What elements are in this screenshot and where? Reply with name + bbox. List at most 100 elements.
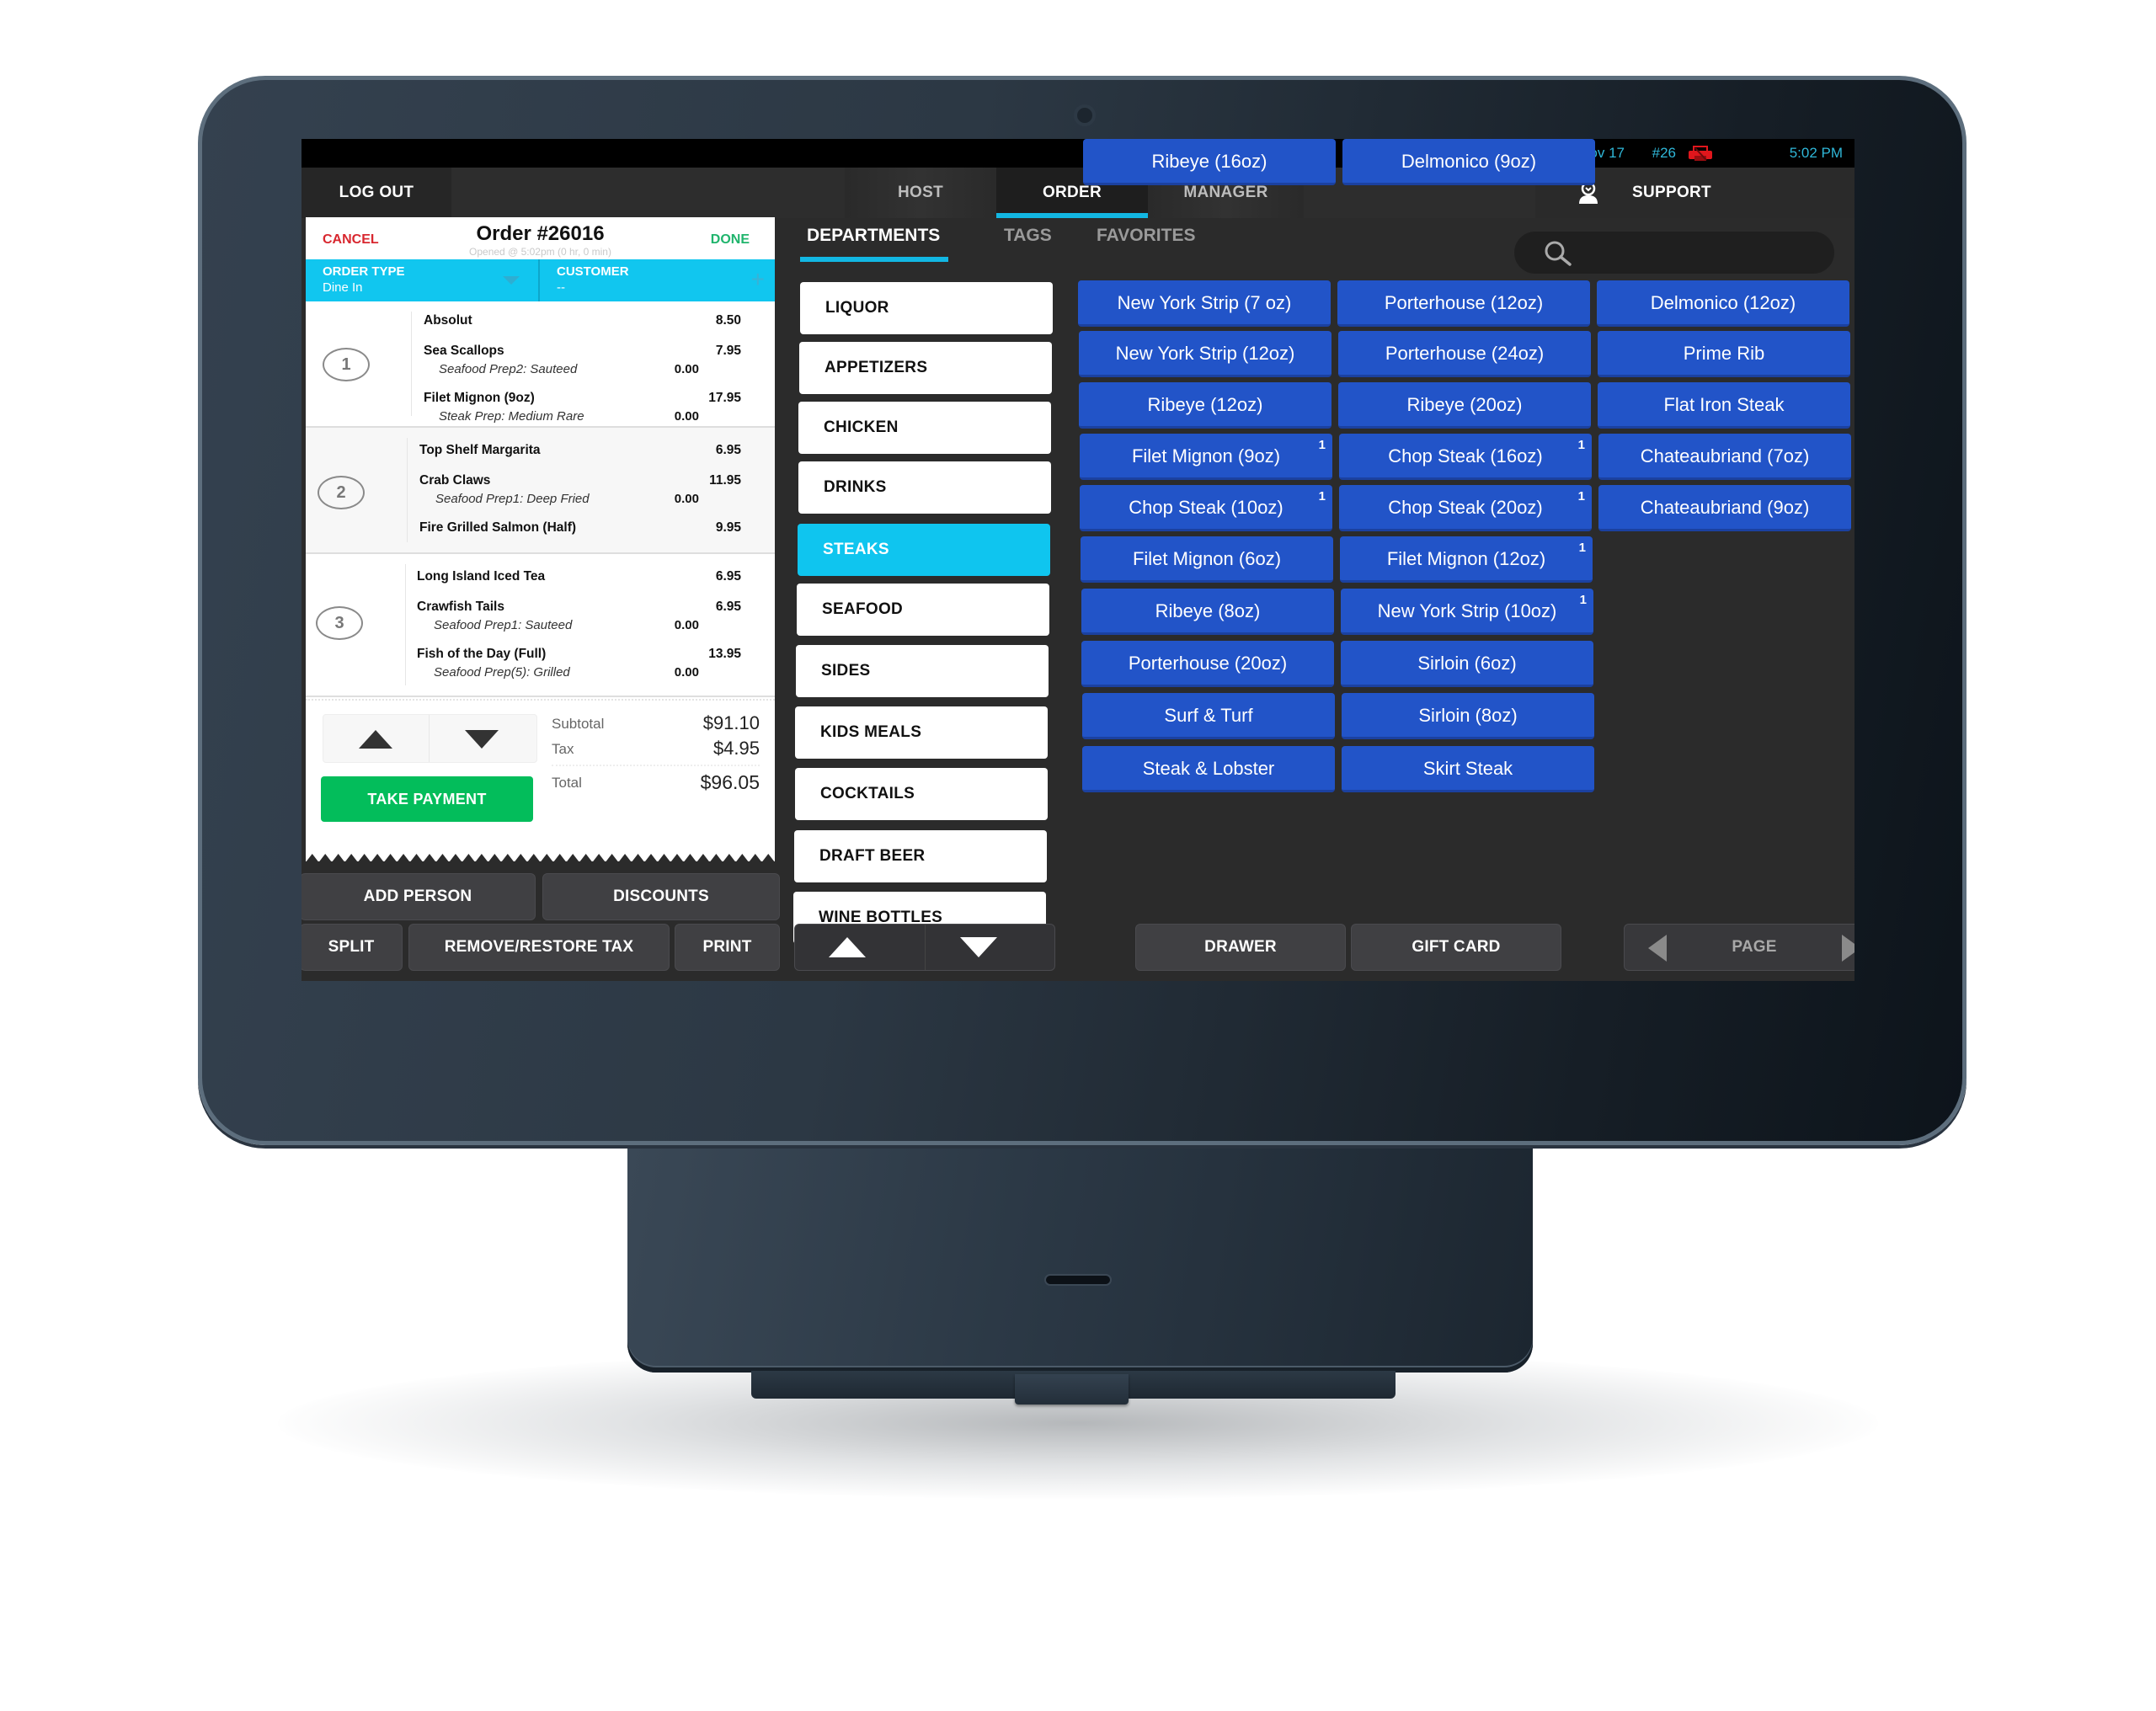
discounts-button[interactable]: DISCOUNTS bbox=[542, 873, 780, 920]
department-kids-meals[interactable]: KIDS MEALS bbox=[795, 706, 1048, 759]
printer-error-icon[interactable] bbox=[1688, 146, 1713, 162]
gift-card-button[interactable]: GIFT CARD bbox=[1351, 924, 1561, 971]
menu-item-button[interactable]: Sirloin (8oz) bbox=[1342, 693, 1594, 739]
menu-item-button[interactable]: Filet Mignon (9oz) 1 bbox=[1080, 434, 1332, 480]
menu-item-button[interactable]: New York Strip (7 oz) bbox=[1078, 280, 1331, 327]
department-appetizers[interactable]: APPETIZERS bbox=[799, 342, 1052, 394]
department-cocktails[interactable]: COCKTAILS bbox=[795, 768, 1048, 820]
order-type-select[interactable]: ORDER TYPE Dine In bbox=[306, 259, 540, 301]
menu-item-label: Ribeye (12oz) bbox=[1147, 393, 1263, 415]
department-seafood[interactable]: SEAFOOD bbox=[797, 584, 1049, 636]
menu-item-button[interactable]: Ribeye (20oz) bbox=[1338, 382, 1591, 429]
menu-item-button[interactable]: New York Strip (12oz) bbox=[1079, 331, 1331, 377]
order-line-item[interactable]: Fire Grilled Salmon (Half) 9.95 bbox=[419, 520, 741, 536]
total-label: Total bbox=[552, 775, 582, 791]
logout-button[interactable]: LOG OUT bbox=[302, 168, 451, 218]
menu-item-button[interactable]: Filet Mignon (6oz) bbox=[1081, 536, 1333, 583]
menu-item-button[interactable]: Ribeye (16oz) bbox=[1083, 139, 1336, 185]
department-drinks[interactable]: DRINKS bbox=[798, 461, 1051, 514]
order-line-item[interactable]: Fish of the Day (Full) 13.95 bbox=[417, 647, 741, 662]
menu-item-button[interactable]: Chop Steak (16oz) 1 bbox=[1339, 434, 1592, 480]
take-payment-button[interactable]: TAKE PAYMENT bbox=[321, 776, 533, 822]
department-sides[interactable]: SIDES bbox=[796, 645, 1049, 697]
done-button[interactable]: DONE bbox=[711, 232, 750, 248]
remove-restore-tax-button[interactable]: REMOVE/RESTORE TAX bbox=[408, 924, 670, 971]
menu-item-button[interactable]: Chateaubriand (7oz) bbox=[1598, 434, 1851, 480]
menu-item-label: Prime Rib bbox=[1683, 342, 1765, 364]
item-name: Top Shelf Margarita bbox=[419, 443, 541, 457]
menu-item-label: Chateaubriand (7oz) bbox=[1640, 445, 1810, 466]
department-draft-beer[interactable]: DRAFT BEER bbox=[794, 830, 1047, 882]
order-line-item[interactable]: Top Shelf Margarita 6.95 bbox=[419, 443, 741, 458]
item-name: Crawfish Tails bbox=[417, 600, 504, 614]
menu-item-button[interactable]: Delmonico (12oz) bbox=[1597, 280, 1849, 327]
divider bbox=[925, 925, 926, 970]
menu-item-button[interactable]: Chop Steak (20oz) 1 bbox=[1339, 485, 1592, 531]
drawer-button[interactable]: DRAWER bbox=[1135, 924, 1346, 971]
previous-page-icon[interactable] bbox=[1648, 935, 1667, 962]
seat-number[interactable]: 2 bbox=[318, 476, 365, 509]
item-name: Long Island Iced Tea bbox=[417, 569, 546, 584]
department-steaks[interactable]: STEAKS bbox=[798, 524, 1050, 576]
order-line-item[interactable]: Crawfish Tails 6.95 bbox=[417, 600, 741, 615]
menu-item-button[interactable]: Ribeye (12oz) bbox=[1079, 382, 1331, 429]
seat-number[interactable]: 1 bbox=[323, 348, 370, 381]
modifier-name: Seafood Prep1: Deep Fried bbox=[435, 492, 590, 506]
split-button[interactable]: SPLIT bbox=[302, 924, 403, 971]
menu-item-button[interactable]: Porterhouse (20oz) bbox=[1081, 641, 1334, 687]
total-value: $96.05 bbox=[700, 771, 760, 793]
item-name: Crab Claws bbox=[419, 473, 491, 488]
tax-row: Tax $4.95 bbox=[552, 738, 760, 759]
menu-item-button[interactable]: Surf & Turf bbox=[1082, 693, 1335, 739]
tab-departments[interactable]: DEPARTMENTS bbox=[799, 226, 949, 262]
menu-item-button[interactable]: Skirt Steak bbox=[1342, 746, 1594, 792]
customer-value: -- bbox=[557, 280, 565, 295]
seat-group[interactable]: 1 Absolut 8.50 Sea Scallops 7.95 Seafood P… bbox=[306, 301, 775, 428]
menu-item-button[interactable]: Delmonico (9oz) bbox=[1342, 139, 1595, 185]
menu-item-label: Delmonico (12oz) bbox=[1650, 291, 1796, 313]
order-line-item[interactable]: Filet Mignon (9oz) 17.95 bbox=[424, 391, 741, 406]
department-liquor[interactable]: LIQUOR bbox=[800, 282, 1053, 334]
pos-screen: Business Day: Thu Nov 17 #26 5:02 PM LOG… bbox=[302, 139, 1854, 981]
modifier-price: 0.00 bbox=[674, 492, 699, 506]
customer-select[interactable]: CUSTOMER -- + bbox=[540, 259, 775, 301]
scroll-down-arrow-icon[interactable] bbox=[465, 730, 499, 749]
tab-host[interactable]: HOST bbox=[845, 168, 996, 218]
menu-item-label: Chateaubriand (9oz) bbox=[1640, 496, 1810, 518]
order-line-item[interactable]: Absolut 8.50 bbox=[424, 313, 741, 328]
add-customer-icon[interactable]: + bbox=[751, 268, 765, 291]
department-chicken[interactable]: CHICKEN bbox=[798, 402, 1051, 454]
order-line-item[interactable]: Long Island Iced Tea 6.95 bbox=[417, 569, 741, 584]
menu-item-button[interactable]: Porterhouse (12oz) bbox=[1337, 280, 1590, 327]
menu-item-button[interactable]: Ribeye (8oz) bbox=[1081, 589, 1334, 635]
menu-item-button[interactable]: Porterhouse (24oz) bbox=[1338, 331, 1591, 377]
print-button[interactable]: PRINT bbox=[675, 924, 780, 971]
menu-item-button[interactable]: Filet Mignon (12oz) 1 bbox=[1340, 536, 1593, 583]
menu-item-button[interactable]: Prime Rib bbox=[1598, 331, 1850, 377]
department-scroll-up-icon[interactable] bbox=[829, 937, 866, 957]
totals-divider bbox=[552, 765, 760, 766]
department-scroll-down-icon[interactable] bbox=[960, 937, 997, 957]
menu-item-label: Skirt Steak bbox=[1422, 757, 1513, 779]
seat-group[interactable]: 2 Top Shelf Margarita 6.95 Crab Claws 11.9… bbox=[306, 428, 775, 554]
menu-item-button[interactable]: Sirloin (6oz) bbox=[1341, 641, 1593, 687]
search-input[interactable] bbox=[1514, 232, 1834, 274]
terminal-number: #26 bbox=[1652, 145, 1676, 161]
order-header: CANCEL Order #26016 Opened @ 5:02pm (0 h… bbox=[306, 217, 775, 259]
order-line-item[interactable]: Sea Scallops 7.95 bbox=[424, 344, 741, 359]
menu-item-button[interactable]: Chateaubriand (9oz) bbox=[1598, 485, 1851, 531]
seat-group[interactable]: 3 Long Island Iced Tea 6.95 Crawfish Tail… bbox=[306, 554, 775, 697]
next-page-icon[interactable] bbox=[1842, 935, 1854, 962]
menu-item-button[interactable]: Steak & Lobster bbox=[1082, 746, 1335, 792]
chevron-down-icon bbox=[503, 276, 520, 285]
menu-item-button[interactable]: Flat Iron Steak bbox=[1598, 382, 1850, 429]
menu-item-label: Ribeye (16oz) bbox=[1151, 150, 1267, 172]
seat-number[interactable]: 3 bbox=[316, 606, 363, 640]
add-person-button[interactable]: ADD PERSON bbox=[302, 873, 536, 920]
tab-favorites[interactable]: FAVORITES bbox=[1097, 226, 1195, 246]
scroll-up-arrow-icon[interactable] bbox=[359, 730, 392, 749]
menu-item-button[interactable]: New York Strip (10oz) 1 bbox=[1341, 589, 1593, 635]
tab-tags[interactable]: TAGS bbox=[1004, 226, 1052, 246]
menu-item-button[interactable]: Chop Steak (10oz) 1 bbox=[1080, 485, 1332, 531]
order-line-item[interactable]: Crab Claws 11.95 bbox=[419, 473, 741, 488]
